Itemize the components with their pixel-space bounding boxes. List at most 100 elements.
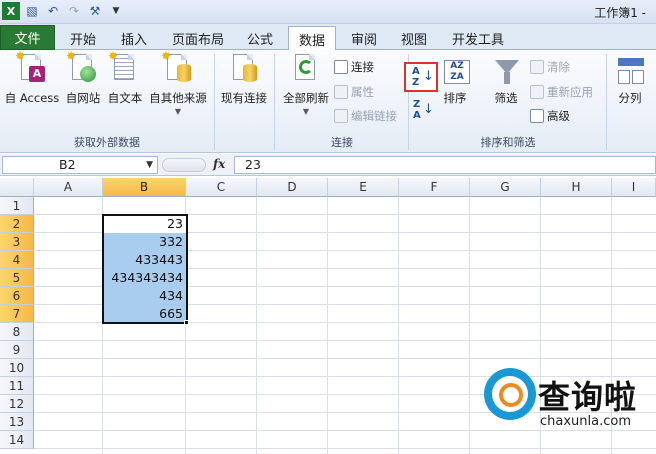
grid-column-line (469, 197, 470, 454)
group-label-connections: 连接 (331, 136, 353, 149)
row-header-14[interactable]: 14 (0, 431, 34, 449)
redo-icon[interactable]: ↷ (65, 2, 83, 20)
tab-formulas[interactable]: 公式 (242, 26, 278, 50)
clear-filter-icon (530, 60, 544, 74)
tools-icon[interactable]: ⚒ (86, 2, 104, 20)
column-header-b[interactable]: B (103, 178, 186, 197)
column-header-a[interactable]: A (34, 178, 103, 197)
column-header-c[interactable]: C (186, 178, 257, 197)
properties-button[interactable]: 属性 (334, 84, 374, 100)
from-access-button[interactable]: ✸ A 自 Access (4, 49, 60, 106)
title-bar: X ▧ ↶ ↷ ⚒ ▼ 工作簿1 - (0, 0, 656, 24)
row-header-2[interactable]: 2 (0, 215, 34, 233)
column-header-i[interactable]: I (612, 178, 656, 197)
row-header-13[interactable]: 13 (0, 413, 34, 431)
filter-funnel-icon (491, 52, 521, 86)
grid-row-line (34, 358, 656, 359)
row-header-10[interactable]: 10 (0, 359, 34, 377)
ribbon-tabs: 文件 开始 插入 页面布局 公式 数据 审阅 视图 开发工具 (0, 24, 656, 51)
grid-row-line (34, 448, 656, 449)
refresh-all-button[interactable]: 全部刷新 ▼ (280, 52, 332, 116)
formula-bar: B2 ▼ fx 23 (0, 154, 656, 176)
text-to-columns-icon (615, 52, 645, 86)
insert-function-icon[interactable]: fx (213, 157, 225, 171)
grid-column-line (256, 197, 257, 454)
select-all-corner[interactable] (0, 178, 34, 197)
from-web-button[interactable]: ✸ 自网站 (64, 49, 102, 106)
reapply-icon (530, 85, 544, 99)
grid-row-line (34, 340, 656, 341)
access-icon: ✸ A (15, 49, 47, 86)
properties-icon (334, 85, 348, 99)
quick-access-toolbar: X ▧ ↶ ↷ ⚒ ▼ (2, 2, 125, 20)
sort-button[interactable]: AZ ZA 排序 (438, 52, 472, 106)
row-header-4[interactable]: 4 (0, 251, 34, 269)
sort-az-button[interactable]: AZ ↓ (404, 62, 438, 92)
tab-developer[interactable]: 开发工具 (448, 26, 508, 50)
column-header-e[interactable]: E (328, 178, 399, 197)
reapply-button[interactable]: 重新应用 (530, 84, 593, 100)
ribbon: ✸ A 自 Access ✸ 自网站 ✸ 自文本 ✸ 自其他来源 ▼ 获取外部数… (0, 49, 656, 153)
column-header-f[interactable]: F (399, 178, 470, 197)
grid-column-line (327, 197, 328, 454)
advanced-filter-icon (530, 109, 544, 123)
save-icon[interactable]: ▧ (23, 2, 41, 20)
grid-column-line (398, 197, 399, 454)
chevron-down-icon: ▼ (174, 107, 182, 116)
ribbon-divider (606, 54, 607, 150)
row-header-9[interactable]: 9 (0, 341, 34, 359)
row-header-1[interactable]: 1 (0, 197, 34, 215)
watermark-site: chaxunla.com (540, 414, 631, 429)
connections-button[interactable]: 连接 (334, 59, 374, 75)
sort-dialog-icon: AZ ZA (440, 52, 470, 86)
selection-range-border (102, 214, 188, 324)
row-header-5[interactable]: 5 (0, 269, 34, 287)
excel-logo-icon[interactable]: X (2, 2, 20, 20)
sort-za-button[interactable]: ZA ↓ (412, 98, 434, 122)
watermark-logo-icon (484, 368, 536, 420)
fill-handle[interactable] (184, 320, 189, 325)
text-to-columns-button[interactable]: 分列 (610, 52, 650, 106)
column-header-d[interactable]: D (257, 178, 328, 197)
clear-filter-button[interactable]: 清除 (530, 59, 570, 75)
watermark-brand: 查询啦 (538, 378, 638, 416)
tab-home[interactable]: 开始 (62, 26, 104, 50)
tab-data[interactable]: 数据 (288, 26, 336, 51)
row-header-11[interactable]: 11 (0, 377, 34, 395)
column-header-h[interactable]: H (541, 178, 612, 197)
row-header-3[interactable]: 3 (0, 233, 34, 251)
chevron-down-icon: ▼ (302, 107, 310, 116)
ribbon-divider (274, 54, 275, 150)
formula-input[interactable]: 23 (234, 156, 656, 174)
edit-links-icon (334, 109, 348, 123)
existing-connections-icon (229, 52, 259, 86)
edit-links-button[interactable]: 编辑链接 (334, 108, 397, 124)
row-header-8[interactable]: 8 (0, 323, 34, 341)
customize-qat-icon[interactable]: ▼ (107, 2, 125, 20)
tab-page-layout[interactable]: 页面布局 (166, 26, 230, 50)
chevron-down-icon: ▼ (146, 160, 153, 170)
filter-button[interactable]: 筛选 (486, 52, 526, 106)
from-text-button[interactable]: ✸ 自文本 (106, 49, 144, 106)
row-header-7[interactable]: 7 (0, 305, 34, 323)
connections-icon (334, 60, 348, 74)
row-header-6[interactable]: 6 (0, 287, 34, 305)
tab-file[interactable]: 文件 (0, 25, 55, 50)
sort-ascending-icon: AZ (412, 66, 420, 88)
row-header-12[interactable]: 12 (0, 395, 34, 413)
undo-icon[interactable]: ↶ (44, 2, 62, 20)
tab-view[interactable]: 视图 (396, 26, 432, 50)
column-header-g[interactable]: G (470, 178, 541, 197)
refresh-icon (291, 52, 321, 86)
name-box[interactable]: B2 ▼ (2, 156, 158, 174)
other-sources-icon: ✸ (161, 49, 193, 86)
advanced-filter-button[interactable]: 高级 (530, 108, 570, 124)
web-icon: ✸ (66, 49, 98, 86)
tab-insert[interactable]: 插入 (116, 26, 152, 50)
tab-review[interactable]: 审阅 (346, 26, 382, 50)
existing-connections-button[interactable]: 现有连接 (218, 52, 270, 106)
ribbon-divider (214, 54, 215, 150)
formula-bar-separator (162, 158, 206, 172)
group-label-get-external: 获取外部数据 (74, 136, 140, 149)
from-other-sources-button[interactable]: ✸ 自其他来源 ▼ (146, 49, 210, 116)
